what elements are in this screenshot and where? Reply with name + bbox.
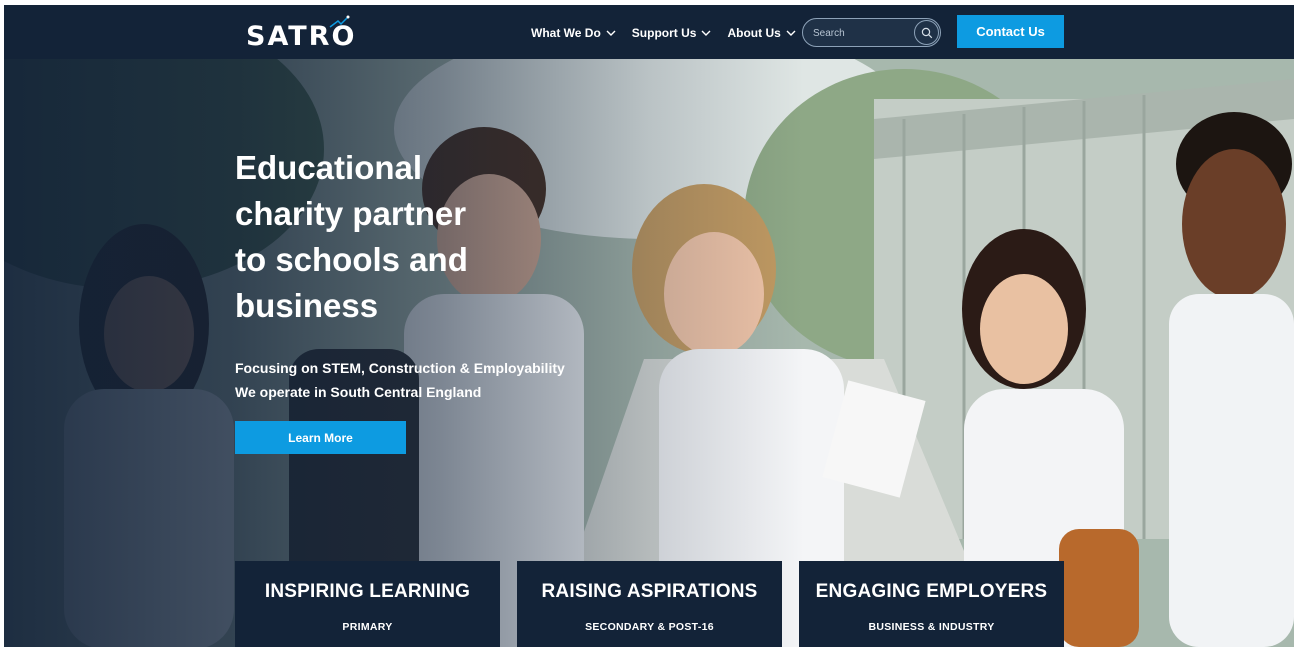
card-subtitle: SECONDARY & POST-16 [585, 621, 714, 633]
menu-item-label: What We Do [531, 26, 601, 40]
page-frame: SATRO What We Do Support Us About Us Sea… [4, 5, 1294, 647]
chevron-down-icon [606, 30, 616, 36]
card-raising-aspirations[interactable]: RAISING ASPIRATIONS SECONDARY & POST-16 [517, 561, 782, 647]
headline-line: Educational [235, 149, 423, 186]
hero-overlay [4, 59, 1294, 647]
card-engaging-employers[interactable]: ENGAGING EMPLOYERS BUSINESS & INDUSTRY [799, 561, 1064, 647]
chevron-down-icon [786, 30, 796, 36]
card-title: INSPIRING LEARNING [264, 581, 471, 602]
search-icon [921, 27, 932, 38]
hero-subtext: Focusing on STEM, Construction & Employa… [235, 356, 615, 404]
search-button[interactable] [914, 20, 939, 45]
search-box [802, 18, 941, 47]
headline-line: to schools and [235, 241, 468, 278]
satro-logo[interactable]: SATRO [236, 15, 356, 52]
chevron-down-icon [701, 30, 711, 36]
headline-line: business [235, 287, 379, 324]
menu-item-label: Support Us [631, 26, 697, 40]
menu-item-support-us[interactable]: Support Us [632, 25, 712, 41]
search-input[interactable] [813, 25, 909, 41]
subtext-line: Focusing on STEM, Construction & Employa… [235, 360, 565, 376]
main-menu: What We Do Support Us About Us [531, 25, 796, 41]
card-title: ENGAGING EMPLOYERS [815, 581, 1048, 602]
card-subtitle: BUSINESS & INDUSTRY [868, 621, 995, 633]
headline-line: charity partner [235, 195, 467, 232]
hero-section: Educational charity partner to schools a… [4, 59, 1294, 647]
menu-item-label: About Us [727, 26, 781, 40]
subtext-line: We operate in South Central England [235, 384, 482, 400]
hero-headline: Educational charity partner to schools a… [235, 145, 515, 329]
top-nav: SATRO What We Do Support Us About Us Sea… [4, 5, 1294, 59]
card-subtitle: PRIMARY [342, 621, 393, 633]
card-title: RAISING ASPIRATIONS [541, 581, 758, 602]
logo-spark-icon [329, 15, 350, 28]
card-inspiring-learning[interactable]: INSPIRING LEARNING PRIMARY [235, 561, 500, 647]
menu-item-what-we-do[interactable]: What We Do [531, 25, 616, 41]
contact-us-button[interactable]: Contact Us [957, 15, 1064, 48]
menu-item-about-us[interactable]: About Us [727, 25, 796, 41]
learn-more-button[interactable]: Learn More [235, 421, 406, 454]
